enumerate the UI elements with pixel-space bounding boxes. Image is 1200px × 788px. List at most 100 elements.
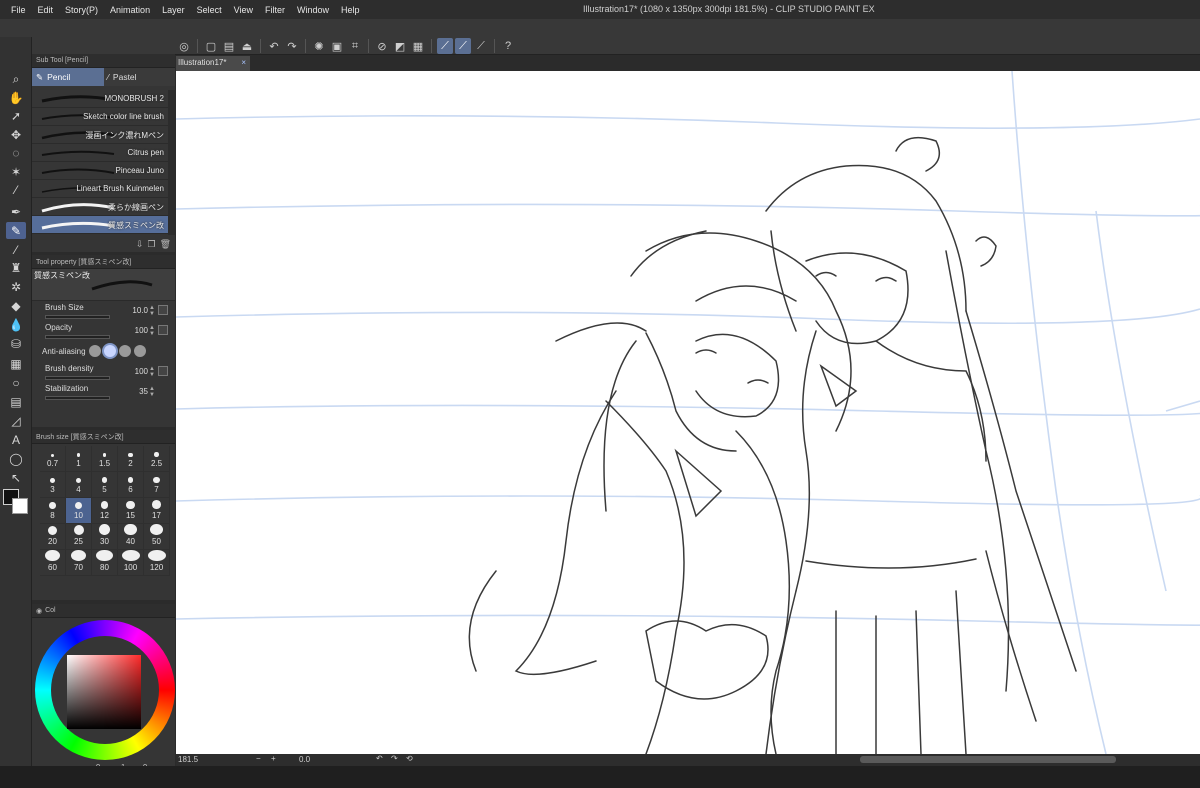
rotation-readout[interactable]: 0.0 bbox=[299, 755, 310, 764]
color-panel-label[interactable]: Col bbox=[45, 607, 56, 614]
fill-icon[interactable]: ⛁ bbox=[6, 335, 26, 352]
brush-size-row[interactable]: Brush Size 10.0 ▲ ▼ bbox=[42, 303, 170, 323]
grid-snap-icon[interactable]: ⟋ bbox=[473, 38, 489, 54]
brush-density-slider[interactable] bbox=[45, 376, 110, 380]
tab-document[interactable]: Illustration17* × bbox=[176, 56, 250, 71]
brush-size-option[interactable]: 3 bbox=[40, 472, 66, 498]
spinner-icon[interactable]: ▲ ▼ bbox=[149, 325, 155, 337]
deselect-icon[interactable]: ⊘ bbox=[374, 38, 390, 54]
menu-window[interactable]: Window bbox=[291, 5, 335, 15]
subtool-scrollbar[interactable] bbox=[168, 90, 175, 235]
new-file-icon[interactable]: ▢ bbox=[203, 38, 219, 54]
import-icon[interactable]: ⇩ bbox=[136, 239, 144, 250]
airbrush-icon[interactable]: ♜ bbox=[6, 259, 26, 276]
opacity-value[interactable]: 100 bbox=[135, 326, 148, 335]
copy-icon[interactable]: ❐ bbox=[147, 239, 155, 250]
brush-size-option[interactable]: 1.5 bbox=[92, 446, 118, 472]
brush-size-option[interactable]: 15 bbox=[118, 498, 144, 524]
save-icon[interactable]: ⏏ bbox=[239, 38, 255, 54]
zoom-readout[interactable]: 181.5 bbox=[178, 755, 198, 764]
opacity-slider[interactable] bbox=[45, 335, 110, 339]
brush-size-option[interactable]: 100 bbox=[118, 550, 144, 576]
brush-size-option[interactable]: 25 bbox=[66, 524, 92, 550]
menu-help[interactable]: Help bbox=[335, 5, 366, 15]
redo-icon[interactable]: ↷ bbox=[284, 38, 300, 54]
aa-medium-option[interactable] bbox=[118, 345, 131, 357]
spinner-icon[interactable]: ▲ ▼ bbox=[149, 386, 155, 398]
brush-size-option[interactable]: 1 bbox=[66, 446, 92, 472]
brush-size-slider[interactable] bbox=[45, 315, 110, 319]
zoom-icon[interactable]: ⌕ bbox=[6, 71, 26, 88]
spinner-icon[interactable]: ▲ ▼ bbox=[149, 305, 155, 317]
brush-size-option[interactable]: 0.7 bbox=[40, 446, 66, 472]
brush-size-option[interactable]: 8 bbox=[40, 498, 66, 524]
saturation-value-square[interactable] bbox=[67, 655, 141, 729]
balloon-icon[interactable]: ◯ bbox=[6, 450, 26, 467]
magic-wand-icon[interactable]: ✶ bbox=[6, 163, 26, 180]
list-item[interactable]: 漫画インク濃れMペン bbox=[32, 126, 168, 144]
eyedropper-icon[interactable]: ⁄ bbox=[6, 181, 26, 198]
correct-line-icon[interactable]: ↖ bbox=[6, 469, 26, 486]
horizontal-scrollbar[interactable] bbox=[860, 756, 1116, 763]
zoom-out-icon[interactable]: − bbox=[256, 754, 261, 763]
list-item[interactable]: Pinceau Juno bbox=[32, 162, 168, 180]
list-item[interactable]: Sketch color line brush bbox=[32, 108, 168, 126]
brush-size-option[interactable]: 80 bbox=[92, 550, 118, 576]
operation-icon[interactable]: ➚ bbox=[6, 107, 26, 124]
brush-size-value[interactable]: 10.0 bbox=[132, 306, 148, 315]
clip-studio-icon[interactable]: ◎ bbox=[176, 38, 192, 54]
menu-animation[interactable]: Animation bbox=[104, 5, 156, 15]
brush-size-option[interactable]: 2 bbox=[118, 446, 144, 472]
pen-icon[interactable]: ✒ bbox=[6, 203, 26, 220]
gradient-icon[interactable]: ▦ bbox=[6, 355, 26, 372]
list-item[interactable]: MONOBRUSH 2 bbox=[32, 90, 168, 108]
rotate-right-icon[interactable]: ↷ bbox=[391, 754, 398, 763]
brush-size-option[interactable]: 7 bbox=[144, 472, 170, 498]
ruler-snap-icon[interactable]: ⟋ bbox=[437, 38, 453, 54]
tab-pastel[interactable]: ⁄ Pastel bbox=[104, 68, 176, 86]
clear-icon[interactable]: ▣ bbox=[329, 38, 345, 54]
brush-size-option[interactable]: 10 bbox=[66, 498, 92, 524]
brush-size-option[interactable]: 5 bbox=[92, 472, 118, 498]
brush-size-option[interactable]: 4 bbox=[66, 472, 92, 498]
brush-density-value[interactable]: 100 bbox=[135, 367, 148, 376]
brush-size-option[interactable]: 12 bbox=[92, 498, 118, 524]
figure-icon[interactable]: ○ bbox=[6, 374, 26, 391]
brush-size-option[interactable]: 60 bbox=[40, 550, 66, 576]
brush-size-option[interactable]: 120 bbox=[144, 550, 170, 576]
reset-rotation-icon[interactable]: ⟲ bbox=[406, 754, 413, 763]
menu-select[interactable]: Select bbox=[191, 5, 228, 15]
brush-size-option[interactable]: 6 bbox=[118, 472, 144, 498]
hand-icon[interactable]: ✋ bbox=[6, 89, 26, 106]
list-item[interactable]: 質感スミペン改 bbox=[32, 216, 168, 234]
opacity-toggle[interactable] bbox=[158, 325, 168, 335]
transform-icon[interactable]: ⌗ bbox=[347, 38, 363, 54]
menu-file[interactable]: File bbox=[0, 5, 32, 15]
rotate-left-icon[interactable]: ↶ bbox=[376, 754, 383, 763]
list-item[interactable]: Lineart Brush Kuinmelen bbox=[32, 180, 168, 198]
lasso-icon[interactable]: ◌ bbox=[6, 144, 26, 161]
brush-size-option[interactable]: 50 bbox=[144, 524, 170, 550]
brush-size-option[interactable]: 40 bbox=[118, 524, 144, 550]
list-item[interactable]: Citrus pen bbox=[32, 144, 168, 162]
opacity-row[interactable]: Opacity 100 ▲ ▼ bbox=[42, 323, 170, 343]
pressure-toggle[interactable] bbox=[158, 305, 168, 315]
brush-density-row[interactable]: Brush density 100 ▲ ▼ bbox=[42, 364, 170, 384]
undo-icon[interactable]: ↶ bbox=[266, 38, 282, 54]
brush-size-option[interactable]: 17 bbox=[144, 498, 170, 524]
stabilization-row[interactable]: Stabilization 35 ▲ ▼ bbox=[42, 384, 170, 404]
menu-story[interactable]: Story(P) bbox=[59, 5, 104, 15]
stabilization-slider[interactable] bbox=[45, 396, 110, 400]
stabilization-value[interactable]: 35 bbox=[139, 387, 148, 396]
trash-icon[interactable]: 🗑 bbox=[160, 239, 171, 250]
density-toggle[interactable] bbox=[158, 366, 168, 376]
blend-icon[interactable]: 💧 bbox=[6, 316, 26, 333]
list-item[interactable]: 柔らか線画ペン bbox=[32, 198, 168, 216]
canvas[interactable] bbox=[176, 71, 1200, 754]
brush-size-option[interactable]: 2.5 bbox=[144, 446, 170, 472]
eraser-icon[interactable]: ◆ bbox=[6, 297, 26, 314]
aa-none-option[interactable] bbox=[88, 345, 101, 357]
sub-color-swatch[interactable] bbox=[12, 498, 28, 514]
tab-pencil[interactable]: ✎ Pencil bbox=[32, 68, 104, 86]
text-icon[interactable]: A bbox=[6, 431, 26, 448]
